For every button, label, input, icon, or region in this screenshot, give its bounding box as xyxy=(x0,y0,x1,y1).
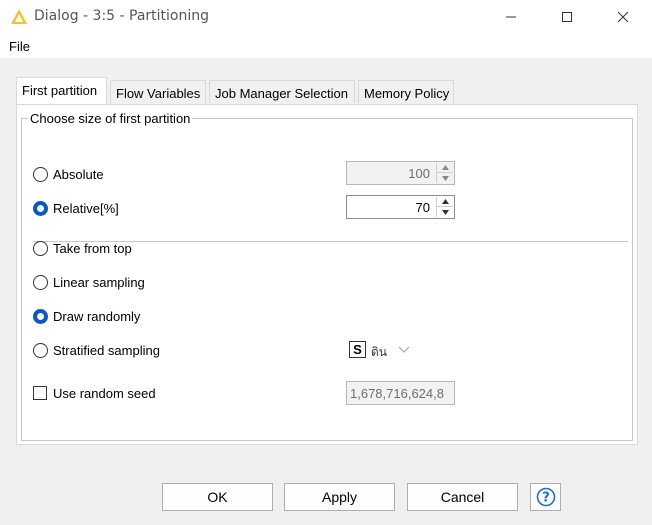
label-stratified-sampling: Stratified sampling xyxy=(53,343,160,358)
group-title: Choose size of first partition xyxy=(28,111,193,126)
close-button[interactable] xyxy=(600,0,646,34)
label-draw-randomly: Draw randomly xyxy=(53,309,141,324)
tab-flow-variables[interactable]: Flow Variables xyxy=(110,80,206,103)
maximize-button[interactable] xyxy=(544,0,590,34)
minimize-icon xyxy=(506,16,516,18)
minimize-button[interactable] xyxy=(488,0,534,34)
absolute-count-spinner[interactable]: 100 xyxy=(346,161,455,185)
chevron-down-icon xyxy=(398,346,410,353)
tab-panel-first-partition: Choose size of first partition Absolute … xyxy=(16,104,638,445)
tab-memory-policy[interactable]: Memory Policy xyxy=(358,80,454,103)
radio-relative[interactable] xyxy=(33,201,48,216)
tab-job-manager-selection[interactable]: Job Manager Selection xyxy=(209,80,355,103)
menu-bar: File xyxy=(0,34,652,58)
stratified-column-select[interactable]: S ดิน xyxy=(346,338,420,362)
chevron-up-icon xyxy=(441,165,449,170)
absolute-count-value: 100 xyxy=(408,166,430,181)
label-relative: Relative[%] xyxy=(53,201,119,216)
radio-linear-sampling[interactable] xyxy=(33,275,48,290)
radio-take-from-top[interactable] xyxy=(33,241,48,256)
stratified-column-name: ดิน xyxy=(371,345,387,359)
chevron-down-icon xyxy=(441,175,449,181)
chevron-up-icon xyxy=(441,199,449,204)
use-random-seed-checkbox[interactable] xyxy=(33,386,47,400)
close-icon xyxy=(617,11,629,23)
maximize-icon xyxy=(562,12,572,22)
tab-first-partition[interactable]: First partition xyxy=(16,77,107,104)
spin-down-button[interactable] xyxy=(437,207,453,217)
radio-draw-randomly[interactable] xyxy=(33,309,48,324)
radio-stratified-sampling[interactable] xyxy=(33,343,48,358)
relative-percent-spinner[interactable]: 70 xyxy=(346,195,455,219)
spin-up-button[interactable] xyxy=(437,163,453,173)
label-use-random-seed: Use random seed xyxy=(53,386,156,401)
relative-spin-buttons xyxy=(436,197,453,217)
label-linear-sampling: Linear sampling xyxy=(53,275,145,290)
warning-triangle-icon xyxy=(11,9,27,24)
cancel-button[interactable]: Cancel xyxy=(407,483,518,511)
ok-button[interactable]: OK xyxy=(162,483,273,511)
spin-down-button[interactable] xyxy=(437,173,453,183)
radio-absolute[interactable] xyxy=(33,167,48,182)
svg-text:?: ? xyxy=(542,491,550,506)
spin-up-button[interactable] xyxy=(437,197,453,207)
label-take-from-top: Take from top xyxy=(53,241,132,256)
chevron-down-icon xyxy=(441,209,449,215)
title-bar: Dialog - 3:5 - Partitioning xyxy=(0,0,652,34)
string-type-badge: S xyxy=(349,341,366,358)
help-button[interactable]: ? xyxy=(530,483,561,511)
menu-file[interactable]: File xyxy=(9,39,30,54)
label-absolute: Absolute xyxy=(53,167,104,182)
random-seed-field[interactable]: 1,678,716,624,8 xyxy=(346,381,455,405)
random-seed-value: 1,678,716,624,8 xyxy=(350,386,444,401)
apply-button[interactable]: Apply xyxy=(284,483,395,511)
help-icon: ? xyxy=(536,487,555,507)
absolute-spin-buttons xyxy=(436,163,453,183)
window-title: Dialog - 3:5 - Partitioning xyxy=(34,8,210,24)
partition-size-group: Choose size of first partition Absolute … xyxy=(21,111,633,441)
relative-percent-value: 70 xyxy=(415,200,430,215)
